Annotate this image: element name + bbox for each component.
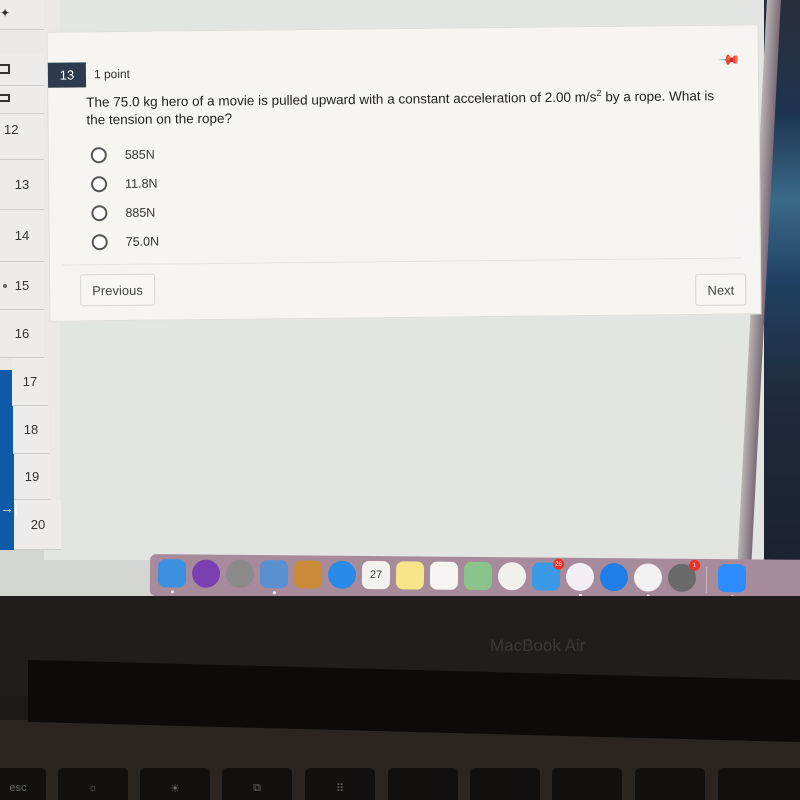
collapse-arrow-icon[interactable]: →| <box>0 500 18 516</box>
question-number: 16 <box>14 326 30 341</box>
answer-option[interactable]: 585N <box>90 140 159 170</box>
question-text-part: The 75.0 kg hero of a movie is pulled up… <box>86 89 597 110</box>
dock-icon-zoom[interactable] <box>717 564 747 593</box>
question-number: 20 <box>30 517 46 532</box>
nav-question-17[interactable]: 17 <box>12 358 48 406</box>
dock-icon-chrome[interactable] <box>633 563 663 592</box>
question-number-badge: 13 <box>47 62 87 88</box>
option-label: 11.8N <box>125 176 158 191</box>
nav-flag-item[interactable] <box>0 54 44 86</box>
dock-icon-music[interactable] <box>565 562 595 591</box>
key-f3-mission-control: ⧉ <box>222 768 292 800</box>
dock: 27 26 1 <box>149 554 800 600</box>
pin-icon: ✦ <box>0 6 11 20</box>
radio-button[interactable] <box>91 175 108 192</box>
dock-icon-launchpad[interactable] <box>225 559 255 589</box>
option-label: 75.0N <box>125 234 160 249</box>
notification-badge: 26 <box>553 558 565 570</box>
key-esc: esc <box>0 768 46 800</box>
dock-icon-siri[interactable] <box>191 559 221 588</box>
question-number: 12 <box>4 122 19 137</box>
running-indicator <box>170 590 174 594</box>
dock-icon-messages[interactable]: 26 <box>531 558 565 591</box>
answer-option[interactable]: 11.8N <box>91 169 159 199</box>
radio-button[interactable] <box>91 233 108 250</box>
nav-question-20[interactable]: 20 <box>15 500 61 550</box>
brightness-up-icon: ☀ <box>170 782 180 795</box>
answered-dot <box>3 283 7 288</box>
question-number: 15 <box>14 278 30 293</box>
key-f6 <box>470 768 540 800</box>
key-f9 <box>718 768 800 800</box>
flag-icon <box>0 64 10 74</box>
question-number: 13 <box>14 177 30 192</box>
dock-icon-system-preferences[interactable]: 1 <box>667 559 701 592</box>
dock-icon-contacts[interactable] <box>293 560 323 589</box>
dock-icon-notes[interactable] <box>395 561 425 590</box>
question-text: The 75.0 kg hero of a movie is pulled up… <box>86 84 736 128</box>
option-label: 885N <box>125 205 156 220</box>
brightness-down-icon: ☼ <box>87 782 99 794</box>
nav-flagged-item[interactable] <box>0 86 44 114</box>
key-f1-brightness-down: ☼ <box>58 768 128 800</box>
question-card: 13 1 point 📌 The 75.0 kg hero of a movie… <box>46 24 762 322</box>
nav-question-12[interactable]: 12 <box>0 114 44 160</box>
dock-separator <box>705 566 708 593</box>
answer-option[interactable]: 885N <box>91 198 159 228</box>
nav-question-16[interactable]: 16 <box>0 310 44 358</box>
dock-icon-calendar[interactable]: 27 <box>361 560 391 590</box>
notification-badge: 1 <box>689 559 701 571</box>
photo-of-laptop: ✦ 12 13 14 15 16 17 18 19 20 →| 13 1 poi… <box>0 0 800 800</box>
dock-icon-app-store[interactable] <box>599 563 629 592</box>
dock-icon-safari[interactable] <box>327 560 357 589</box>
dock-icon-maps[interactable] <box>463 561 493 591</box>
calendar-date: 27 <box>369 569 383 582</box>
nav-question-15[interactable]: 15 <box>0 262 44 310</box>
nav-question-18[interactable]: 18 <box>13 406 49 454</box>
key-f5 <box>388 768 458 800</box>
next-button[interactable]: Next <box>695 273 747 306</box>
question-number: 18 <box>23 422 39 437</box>
answer-option[interactable]: 75.0N <box>91 227 160 257</box>
answer-options: 585N 11.8N 885N 75.0N <box>90 140 160 257</box>
question-number: 19 <box>24 469 40 484</box>
option-label: 585N <box>124 147 155 162</box>
dock-icon-reminders[interactable] <box>429 561 459 590</box>
question-number: 17 <box>22 374 38 389</box>
key-f2-brightness-up: ☀ <box>140 768 210 800</box>
previous-button[interactable]: Previous <box>80 273 155 307</box>
mission-control-icon: ⧉ <box>253 781 261 794</box>
dock-icon-preview[interactable] <box>259 560 289 589</box>
bookmark-icon <box>0 94 10 102</box>
question-number: 14 <box>14 228 30 243</box>
laptop-brand-label: MacBook Air <box>490 636 586 655</box>
launchpad-grid-icon: ⠿ <box>335 782 345 795</box>
screen: ✦ 12 13 14 15 16 17 18 19 20 →| 13 1 poi… <box>0 0 800 600</box>
nav-header: ✦ <box>0 0 44 30</box>
radio-button[interactable] <box>91 204 108 221</box>
dock-icon-photos[interactable] <box>497 562 527 591</box>
nav-question-19[interactable]: 19 <box>14 454 50 500</box>
key-f8 <box>635 768 705 800</box>
question-points: 1 point <box>93 66 131 82</box>
dock-icon-finder[interactable] <box>157 559 187 588</box>
radio-button[interactable] <box>90 146 107 163</box>
nav-question-13[interactable]: 13 <box>0 160 44 210</box>
key-f4-launchpad: ⠿ <box>305 768 375 800</box>
divider <box>61 257 742 266</box>
running-indicator <box>272 591 276 595</box>
nav-question-14[interactable]: 14 <box>0 210 44 262</box>
pushpin-icon[interactable]: 📌 <box>717 48 742 72</box>
key-f7 <box>552 768 622 800</box>
